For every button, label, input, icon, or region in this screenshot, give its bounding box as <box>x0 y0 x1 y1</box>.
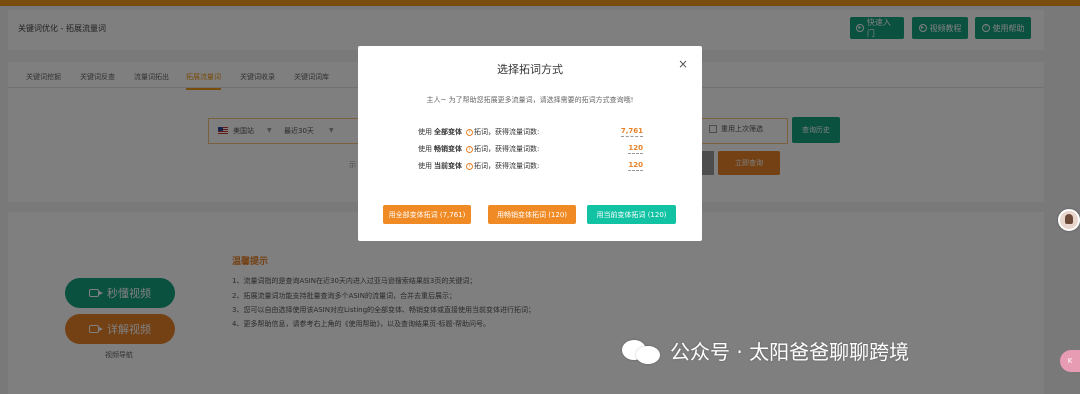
avatar[interactable] <box>1058 209 1080 231</box>
use-best-variants-button[interactable]: 用畅销变体拓词 (120) <box>488 205 576 224</box>
option-row-all: 使用 全部变体 ? 拓词，获得流量词数: 7,761 <box>418 127 643 137</box>
use-current-variant-button[interactable]: 用当前变体拓词 (120) <box>587 205 676 224</box>
option-row-current: 使用 当前变体 ? 拓词，获得流量词数: 120 <box>418 161 643 171</box>
option-row-best: 使用 畅销变体 ? 拓词，获得流量词数: 120 <box>418 144 643 154</box>
use-all-variants-button[interactable]: 用全部变体拓词 (7,761) <box>383 205 471 224</box>
side-badge[interactable]: K <box>1060 350 1080 372</box>
dialog-title: 选择拓词方式 <box>497 63 563 76</box>
question-icon[interactable]: ? <box>466 145 473 153</box>
option-count: 120 <box>628 144 643 154</box>
dialog-subtitle: 主人~ 为了帮助您拓展更多流量词，请选择需要的拓词方式查询哦! <box>426 96 634 104</box>
watermark: 公众号 · 太阳爸爸聊聊跨境 <box>622 336 909 365</box>
option-count: 120 <box>628 161 643 171</box>
question-icon[interactable]: ? <box>466 128 473 136</box>
choose-method-dialog: 选择拓词方式 × 主人~ 为了帮助您拓展更多流量词，请选择需要的拓词方式查询哦!… <box>358 46 702 241</box>
question-icon[interactable]: ? <box>466 162 473 170</box>
option-count: 7,761 <box>620 127 643 137</box>
wechat-icon <box>622 338 662 364</box>
close-icon[interactable]: × <box>678 57 688 71</box>
